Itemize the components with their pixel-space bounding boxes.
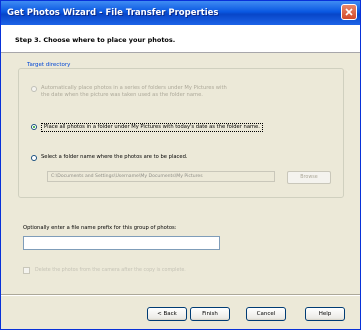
back-button[interactable]: < Back [147,307,187,321]
button-separator [1,294,360,296]
delete-checkbox[interactable] [23,267,30,274]
prefix-label: Optionally enter a file name prefix for … [23,225,177,231]
help-button[interactable]: Help [305,307,345,321]
cancel-button[interactable]: Cancel [246,307,286,321]
folder-path-field[interactable]: C:\Documents and Settings\Username\My Do… [47,171,275,182]
radio-auto-folders [31,86,37,92]
wizard-window: Get Photos Wizard - File Transfer Proper… [0,0,361,330]
close-icon [345,8,353,16]
delete-option-row[interactable]: Delete the photos from the camera after … [23,267,186,274]
radio-label-auto-folders: Automatically place photos in a series o… [41,85,227,99]
radio-today-folder[interactable] [31,124,37,130]
finish-button[interactable]: Finish [190,307,230,321]
delete-label: Delete the photos from the camera after … [35,268,186,273]
group-legend: Target directory [25,62,73,68]
window-title: Get Photos Wizard - File Transfer Proper… [7,8,219,18]
radio-option-auto-folders: Automatically place photos in a series o… [31,85,227,99]
close-button[interactable] [341,4,357,20]
prefix-input[interactable] [23,236,220,250]
radio-label-select-folder[interactable]: Select a folder name where the photos ar… [41,154,188,161]
radio-select-folder[interactable] [31,155,37,161]
radio-option-select-folder[interactable]: Select a folder name where the photos ar… [31,154,188,161]
radio-label-line2: the date when the picture was taken used… [41,92,203,98]
wizard-header: Step 3. Choose where to place your photo… [1,25,360,53]
radio-label-line1: Automatically place photos in a series o… [41,85,227,91]
browse-button[interactable]: Browse [287,171,331,184]
radio-label-today-folder[interactable]: Place all photos in a folder under My Pi… [41,123,263,132]
title-bar[interactable]: Get Photos Wizard - File Transfer Proper… [1,1,360,25]
step-title: Step 3. Choose where to place your photo… [15,36,176,44]
radio-option-today-folder[interactable]: Place all photos in a folder under My Pi… [31,123,263,132]
